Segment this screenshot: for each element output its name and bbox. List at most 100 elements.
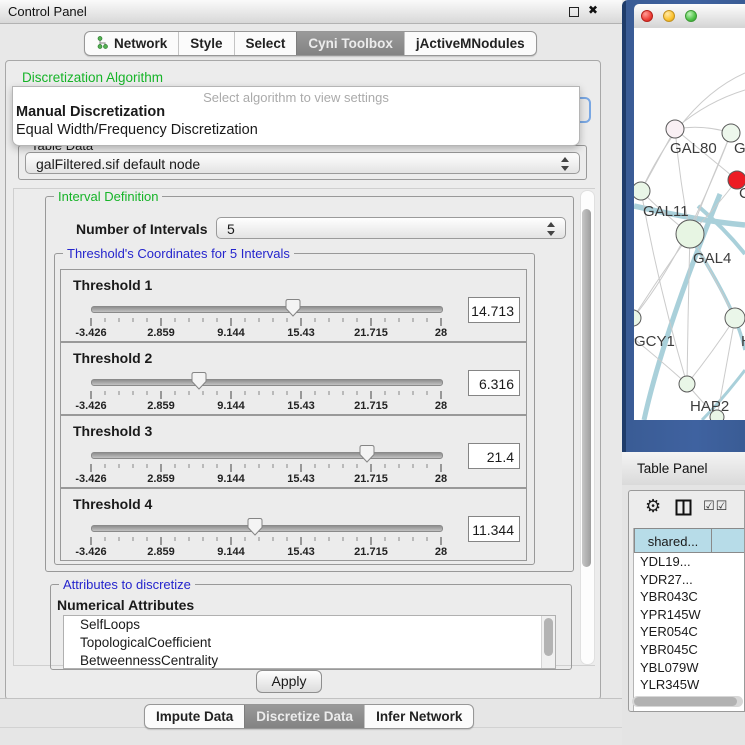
network-node[interactable] [666,120,684,138]
apply-button[interactable]: Apply [256,670,322,693]
table-cell[interactable]: YLR345W [640,676,735,694]
tick-mark [301,391,302,399]
dropdown-option-equal-width[interactable]: Equal Width/Frequency Discretization [16,122,258,138]
table-row[interactable]: YBR043CYBR0 [634,588,745,606]
column-layout-icon[interactable] [675,499,692,521]
vertical-scrollbar-thumb[interactable] [582,209,591,567]
tick-mark [315,318,316,322]
tab-network[interactable]: Network [85,32,178,55]
table-row[interactable]: YDR27...YDR2 [634,571,745,589]
tick-mark [399,391,400,395]
slider-track[interactable] [91,525,443,532]
tick-mark [329,537,330,541]
horizontal-scrollbar-thumb[interactable] [634,697,737,706]
threshold-3-value-field[interactable]: 21.4 [468,443,520,469]
gear-icon[interactable]: ⚙ [645,496,661,517]
threshold-1-slider[interactable]: -3.4262.8599.14415.4321.71528 [91,306,441,338]
tab-jactivemnodules[interactable]: jActiveMNodules [404,32,536,55]
threshold-3-panel: Threshold 3 -3.4262.8599.14415.4321.7152… [60,415,527,488]
tick-label: 9.144 [217,473,245,485]
table-cell[interactable]: YDL19... [640,553,735,571]
zoom-traffic-light[interactable] [685,10,697,22]
tick-mark [133,464,134,468]
tick-mark [105,391,106,395]
tick-label: 21.715 [354,327,388,339]
table-row[interactable]: YLR345WYLR3 [634,676,745,694]
table-data-combobox[interactable]: galFiltered.sif default node [25,152,580,174]
threshold-3-slider[interactable]: -3.4262.8599.14415.4321.71528 [91,452,441,484]
float-window-icon[interactable] [569,7,579,17]
tick-mark [343,464,344,468]
tick-mark [231,391,232,399]
tab-discretize-data[interactable]: Discretize Data [244,705,364,728]
edge [675,90,745,129]
table-row[interactable]: YBL079WYBL0 [634,659,745,677]
number-of-intervals-combobox[interactable]: 5 [216,217,566,239]
table-cell[interactable]: YER054C [640,623,735,641]
network-node-gal4[interactable] [676,220,704,248]
table-row[interactable]: YDL19...YDL1 [634,553,745,571]
threshold-1-value-field[interactable]: 14.713 [468,297,520,323]
slider-track[interactable] [91,379,443,386]
slider-track[interactable] [91,452,443,459]
table-cell[interactable]: YPR145W [640,606,735,624]
tick-mark [161,391,162,399]
node-table-box: ⚙ ☑☑ shared... na YDL19...YDL1YDR27...YD… [628,490,745,712]
tick-mark [427,537,428,541]
tab-select[interactable]: Select [234,32,297,55]
threshold-1-label: Threshold 1 [73,277,152,293]
attribute-list-item[interactable]: TopologicalCoefficient [64,634,555,652]
tab-cyni-toolbox[interactable]: Cyni Toolbox [296,32,404,55]
numerical-attributes-list[interactable]: SelfLoopsTopologicalCoefficientBetweenne… [63,615,556,669]
attributes-list-scrollbar[interactable] [541,616,555,668]
slider-thumb[interactable] [192,372,207,390]
slider-tick-labels: -3.4262.8599.14415.4321.71528 [91,400,441,412]
table-cell[interactable]: YBL079W [640,659,735,677]
threshold-4-slider[interactable]: -3.4262.8599.14415.4321.71528 [91,525,441,557]
checkbox-icons[interactable]: ☑☑ [703,499,728,514]
table-row[interactable]: YER054CYER0 [634,623,745,641]
threshold-4-value-field[interactable]: 11.344 [468,516,520,542]
attribute-list-item[interactable]: SelfLoops [64,616,555,634]
attributes-scrollbar-thumb[interactable] [544,618,553,656]
network-node[interactable] [725,308,745,328]
vertical-scrollbar[interactable] [580,190,595,665]
table-cell[interactable]: YBR045C [640,641,735,659]
horizontal-scrollbar[interactable] [632,696,743,707]
node-label-partial-c: C [739,185,745,202]
network-canvas[interactable]: GAL80 G C GAL11 GAL4 GCY1 H HAP2 [634,28,745,420]
column-header-shared[interactable]: shared... [634,528,712,553]
minimize-traffic-light[interactable] [663,10,675,22]
tick-mark [259,464,260,468]
close-icon[interactable]: ✖ [588,3,598,17]
tick-mark [175,464,176,468]
slider-thumb[interactable] [248,518,263,536]
tick-mark [175,391,176,395]
slider-thumb[interactable] [286,299,301,317]
table-row[interactable]: YPR145WYPR1 [634,606,745,624]
tab-infer-network-label: Infer Network [376,709,462,724]
slider-track[interactable] [91,306,443,313]
table-cell[interactable]: YDR27... [640,571,735,589]
node-table-body: YDL19...YDL1YDR27...YDR2YBR043CYBR0YPR14… [634,553,745,711]
close-traffic-light[interactable] [641,10,653,22]
threshold-2-slider[interactable]: -3.4262.8599.14415.4321.71528 [91,379,441,411]
dropdown-option-manual[interactable]: Manual Discretization [16,104,165,120]
slider-thumb[interactable] [360,445,375,463]
attribute-list-item[interactable]: BetweennessCentrality [64,652,555,669]
tab-style[interactable]: Style [178,32,233,55]
table-row[interactable]: YBR045CYBR0 [634,641,745,659]
attributes-list-items: SelfLoopsTopologicalCoefficientBetweenne… [64,616,555,669]
discretization-algorithm-group-label: Discretization Algorithm [22,70,163,85]
tick-mark [385,391,386,395]
network-node[interactable] [634,182,650,200]
tab-impute-data[interactable]: Impute Data [145,705,244,728]
tab-infer-network[interactable]: Infer Network [364,705,473,728]
attributes-group: Attributes to discretize Numerical Attri… [50,584,572,670]
column-header-name[interactable]: na [711,528,745,553]
table-cell[interactable]: YBR043C [640,588,735,606]
network-node[interactable] [679,376,695,392]
network-node[interactable] [634,310,641,326]
number-of-intervals-label: Number of Intervals [76,221,207,237]
threshold-2-value-field[interactable]: 6.316 [468,370,520,396]
